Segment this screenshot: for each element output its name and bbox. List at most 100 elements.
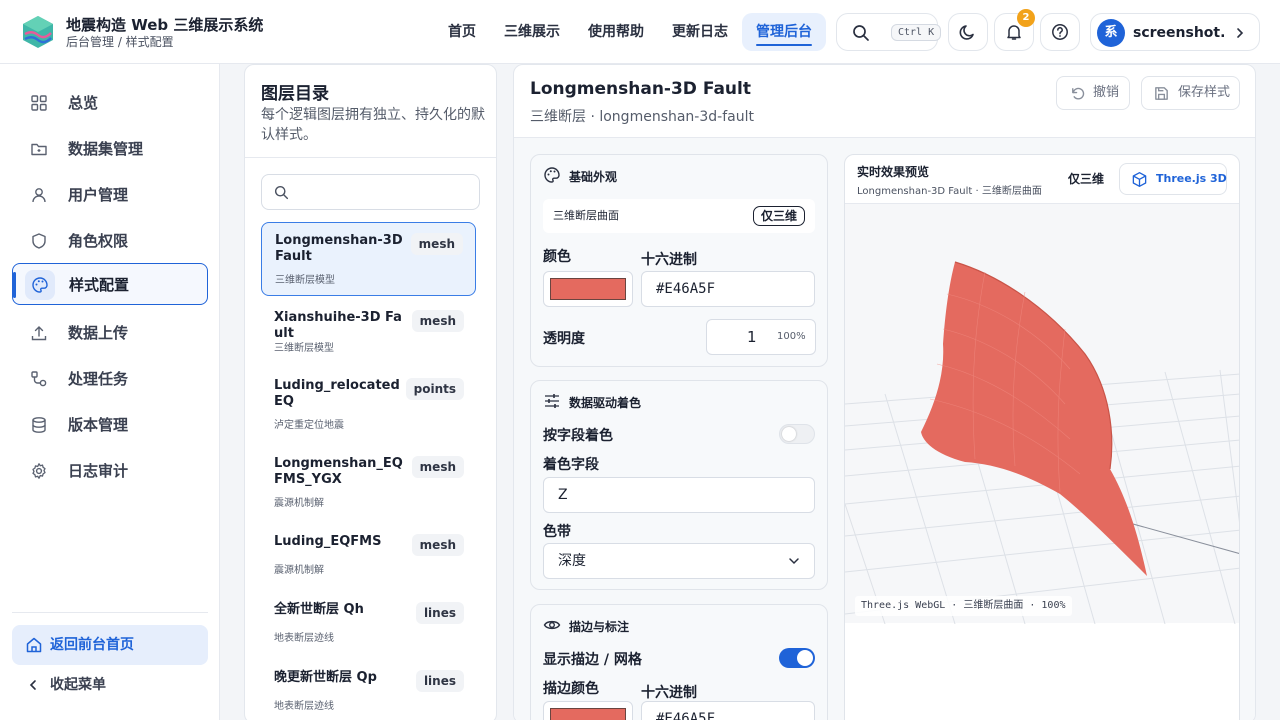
bell-icon <box>1007 25 1021 40</box>
layer-name: Luding_relocatedEQ <box>274 378 400 409</box>
collapse-menu-button[interactable]: 收起菜单 <box>12 668 208 702</box>
data-driven-color-card: 数据驱动着色 按字段着色 着色字段 Z 色带 深度 <box>530 380 828 590</box>
layer-item[interactable]: 全新世断层 Qh 地表断层迹线 lines <box>261 592 476 666</box>
sidebar-item-roles[interactable]: 角色权限 <box>12 220 208 262</box>
layer-type-badge: mesh <box>411 534 464 556</box>
eye-icon <box>543 620 561 630</box>
toggle-knob <box>797 650 813 666</box>
nav-3d-view[interactable]: 三维展示 <box>500 13 564 51</box>
nav-admin[interactable]: 管理后台 <box>742 13 826 51</box>
stroke-hex-label: 十六进制 <box>641 685 697 701</box>
toggle-knob <box>782 427 796 441</box>
layer-name: Xianshuihe-3D Fault <box>274 310 402 341</box>
layer-item[interactable]: Longmenshan_EQFMS_YGX 震源机制解 mesh <box>261 446 476 520</box>
layer-item[interactable]: Longmenshan-3D Fault 三维断层模型 mesh <box>261 222 476 296</box>
layer-category: 地表断层迹线 <box>274 701 334 712</box>
layer-category: 地表断层迹线 <box>274 633 334 644</box>
back-button-label: 返回前台首页 <box>50 637 134 653</box>
live-preview-panel: 实时效果预览 Longmenshan-3D Fault · 三维断层曲面 仅三维… <box>844 154 1240 720</box>
layer-title: Longmenshan-3D Fault <box>530 79 751 99</box>
opacity-label: 透明度 <box>543 331 585 347</box>
layer-name: 晚更新世断层 Qp <box>274 670 377 685</box>
undo-label: 撤销 <box>1093 85 1120 100</box>
layer-search-input[interactable] <box>261 174 480 210</box>
cube-icon <box>1132 172 1147 187</box>
theme-toggle-button[interactable] <box>948 13 988 51</box>
save-icon <box>1155 87 1168 100</box>
layer-panel-title: 图层目录 <box>261 84 329 104</box>
base-appearance-card: 基础外观 三维断层曲面 仅三维 颜色 十六进制 #E46A5F 透明度 1 10… <box>530 154 828 367</box>
sidebar-item-label: 处理任务 <box>68 370 129 388</box>
sidebar-item-styles[interactable]: 样式配置 <box>12 263 208 305</box>
save-style-button[interactable]: 保存样式 <box>1141 76 1240 110</box>
sidebar-divider <box>12 612 208 613</box>
layer-category: 三维断层模型 <box>274 343 334 354</box>
chevron-down-icon <box>789 558 799 565</box>
layer-type-badge: mesh <box>410 233 463 255</box>
color-ramp-select[interactable]: 深度 <box>543 543 815 579</box>
layer-item[interactable]: Xianshuihe-3D Fault 三维断层模型 mesh <box>261 300 476 374</box>
render-caption: Three.js WebGL · 三维断层曲面 · 100% <box>855 596 1072 616</box>
stroke-hex-input[interactable]: #E46A5F <box>641 701 815 720</box>
layer-category: 泸定重定位地震 <box>274 420 344 431</box>
collapse-label: 收起菜单 <box>50 677 106 693</box>
sidebar-item-label: 版本管理 <box>68 416 129 434</box>
nav-help[interactable]: 使用帮助 <box>584 13 648 51</box>
palette-icon <box>32 277 48 293</box>
layer-type-badge: lines <box>415 602 464 624</box>
undo-button[interactable]: 撤销 <box>1056 76 1130 110</box>
layer-name: Luding_EQFMS <box>274 534 382 549</box>
shield-icon <box>32 233 46 249</box>
user-menu-button[interactable]: 系 screenshot... <box>1090 13 1260 51</box>
sidebar-item-label: 日志审计 <box>68 462 129 480</box>
stroke-color-swatch <box>550 708 626 720</box>
color-by-field-toggle[interactable] <box>779 424 815 444</box>
sidebar-item-upload[interactable]: 数据上传 <box>12 312 208 354</box>
layer-type-badge: lines <box>415 670 464 692</box>
preview-3d-only-tag: 仅三维 <box>1068 172 1105 186</box>
opacity-value: 1 <box>747 328 757 346</box>
layer-category: 震源机制解 <box>274 498 324 509</box>
sidebar-item-datasets[interactable]: 数据集管理 <box>12 128 208 170</box>
color-label: 颜色 <box>543 249 571 265</box>
layer-panel-description: 每个逻辑图层拥有独立、持久化的默认样式。 <box>261 107 485 143</box>
active-indicator <box>13 272 16 298</box>
show-stroke-label: 显示描边 / 网格 <box>543 652 642 668</box>
search-icon <box>853 25 869 41</box>
layer-item[interactable]: 晚更新世断层 Qp 地表断层迹线 lines <box>261 660 476 720</box>
hex-color-input[interactable]: #E46A5F <box>641 271 815 307</box>
sidebar-item-overview[interactable]: 总览 <box>12 82 208 124</box>
chevron-left-icon <box>29 680 36 690</box>
color-ramp-label: 色带 <box>543 524 571 540</box>
color-ramp-value: 深度 <box>558 553 586 569</box>
palette-icon <box>544 167 560 183</box>
sidebar-item-users[interactable]: 用户管理 <box>12 174 208 216</box>
sidebar-item-label: 总览 <box>68 94 99 112</box>
search-button[interactable]: Ctrl K <box>836 13 942 51</box>
avatar: 系 <box>1097 19 1125 47</box>
sidebar-item-versions[interactable]: 版本管理 <box>12 404 208 446</box>
sidebar-item-tasks[interactable]: 处理任务 <box>12 358 208 400</box>
help-button[interactable] <box>1040 13 1080 51</box>
back-to-frontend-button[interactable]: 返回前台首页 <box>12 625 208 665</box>
show-stroke-toggle[interactable] <box>779 648 815 668</box>
save-label: 保存样式 <box>1178 85 1231 100</box>
search-icon <box>274 185 289 200</box>
color-field-input[interactable]: Z <box>543 477 815 513</box>
nav-home[interactable]: 首页 <box>440 13 484 51</box>
3d-canvas[interactable]: Three.js WebGL · 三维断层曲面 · 100% <box>845 203 1239 624</box>
stroke-label-card: 描边与标注 显示描边 / 网格 描边颜色 十六进制 #E46A5F <box>530 604 828 720</box>
upload-icon <box>31 326 47 341</box>
opacity-input[interactable]: 1 100% <box>706 319 816 355</box>
sidebar-item-audit[interactable]: 日志审计 <box>12 450 208 492</box>
gear-icon <box>32 463 46 479</box>
stroke-color-picker[interactable] <box>543 701 633 720</box>
sidebar-item-label: 数据集管理 <box>68 140 144 158</box>
layer-item[interactable]: Luding_EQFMS 震源机制解 mesh <box>261 524 476 598</box>
base-appearance-title: 基础外观 <box>569 170 618 184</box>
color-field-label: 着色字段 <box>543 457 599 473</box>
color-picker[interactable] <box>543 271 633 307</box>
nav-changelog[interactable]: 更新日志 <box>668 13 732 51</box>
layer-item[interactable]: Luding_relocatedEQ 泸定重定位地震 points <box>261 368 476 442</box>
layer-panel-divider <box>245 157 496 158</box>
